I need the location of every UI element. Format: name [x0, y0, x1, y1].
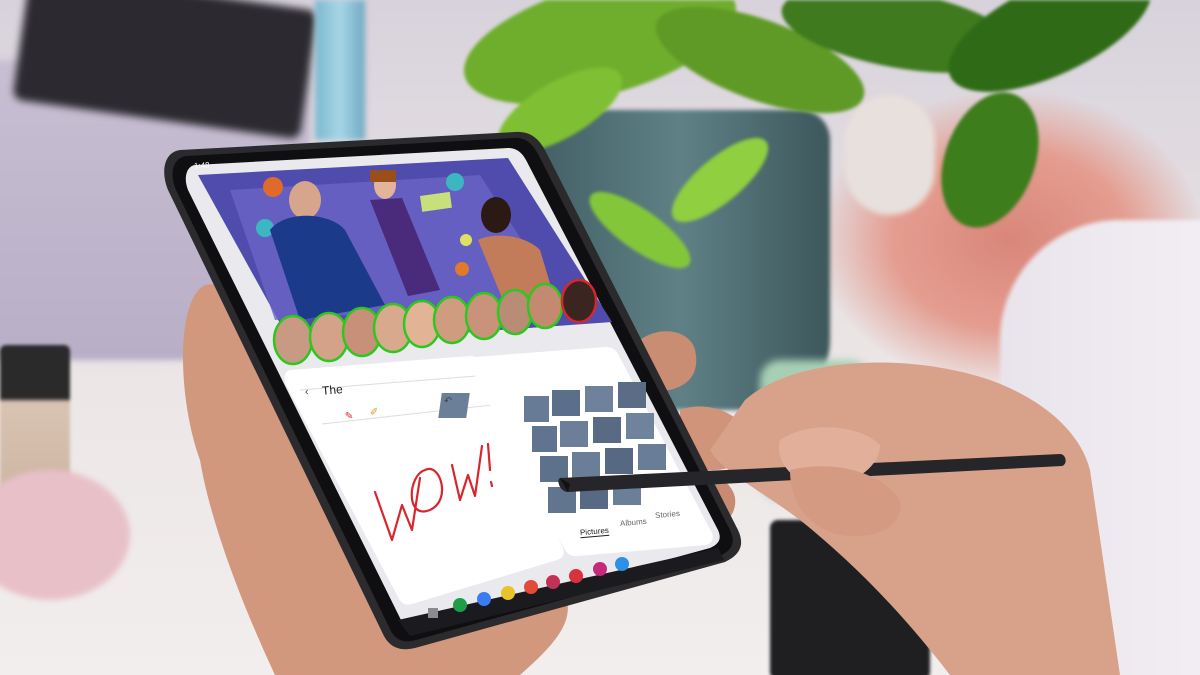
- right-hand-and-pen: [558, 362, 1120, 675]
- photo-scene: 1:48 The ‹ ✎ ✐ ↶ Pictures Albums Stories: [0, 0, 1200, 675]
